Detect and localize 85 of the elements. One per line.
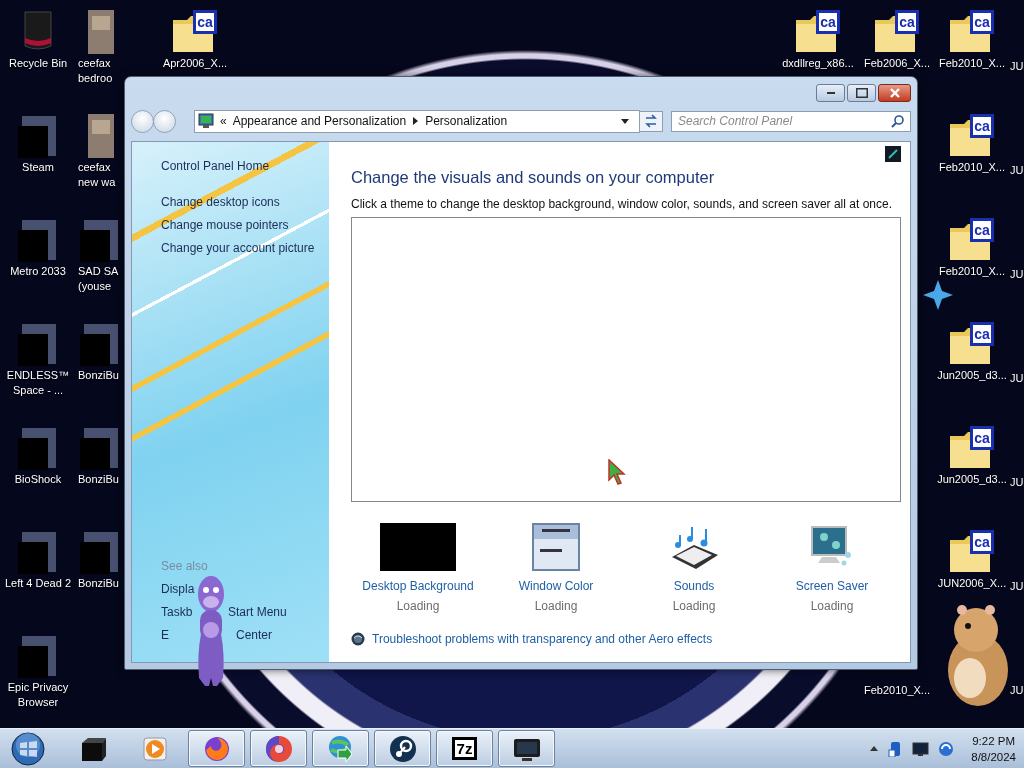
- icon-label: JU: [1010, 163, 1024, 178]
- icon-label: Feb2010_X...: [863, 683, 931, 698]
- icon-label: Steam: [22, 160, 54, 175]
- icon-label: Recycle Bin: [8, 56, 68, 71]
- page-heading: Change the visuals and sounds on your computer: [351, 168, 716, 187]
- sparkle-icon: [923, 280, 953, 310]
- icon-label: BonziBu: [78, 368, 119, 383]
- icon-label: Jun2005_d3...: [937, 368, 1007, 383]
- clock[interactable]: 9:22 PM 8/8/2024: [971, 732, 1016, 765]
- maximize-icon: [855, 88, 868, 98]
- setting-link[interactable]: Sounds: [673, 579, 715, 593]
- address-bar[interactable]: « Appearance and Personalization Personalization: [194, 109, 640, 133]
- icon-label: ENDLESS™ Space - ...: [5, 368, 71, 398]
- icon-label: JU: [1010, 267, 1024, 282]
- control-panel-icon: [198, 113, 214, 129]
- icon-label: Jun2005_d3...: [937, 472, 1007, 487]
- sidebar-link[interactable]: Start Menu: [228, 603, 287, 621]
- setting-link[interactable]: Desktop Background: [362, 579, 474, 593]
- window-icon: [532, 523, 580, 571]
- sidebar-link[interactable]: E: [161, 626, 169, 644]
- status-text: Loading: [396, 599, 440, 613]
- sidebar-link[interactable]: Center: [236, 626, 273, 644]
- network-icon[interactable]: [938, 740, 955, 757]
- icon-label: Left 4 Dead 2: [4, 576, 72, 591]
- troubleshoot-link[interactable]: Troubleshoot problems with transparency and other Aero effects: [372, 632, 713, 646]
- icon-label: JU: [1010, 579, 1024, 594]
- icon-label: BioShock: [14, 472, 62, 487]
- sidebar-link[interactable]: Displa: [161, 580, 195, 598]
- refresh-button[interactable]: [639, 110, 663, 132]
- section-heading: See also: [161, 558, 209, 575]
- clock-time: 9:22 PM: [972, 733, 1016, 749]
- close-button[interactable]: [878, 84, 911, 102]
- icon-label: Feb2010_X...: [938, 160, 1006, 175]
- clock-date: 8/8/2024: [971, 749, 1016, 765]
- icon-label: Epic Privacy Browser: [6, 680, 70, 710]
- play-icon: [141, 735, 168, 762]
- icon-label: JU: [1010, 59, 1024, 74]
- icon-label: Metro 2033: [10, 264, 66, 279]
- status-text: Loading: [534, 599, 578, 613]
- archive-label: 7z: [451, 737, 478, 760]
- taskbar-button[interactable]: [498, 730, 555, 767]
- close-icon: [889, 88, 900, 98]
- monitor-icon[interactable]: [912, 740, 930, 757]
- icon-label: BonziBu: [78, 472, 119, 487]
- sidebar-link[interactable]: Change your account picture: [161, 239, 329, 257]
- maximize-button[interactable]: [847, 84, 876, 102]
- icon-label: ceefax new wa: [78, 160, 117, 190]
- breadcrumb-arrow-icon: [412, 116, 420, 126]
- sidebar-link[interactable]: Change mouse pointers: [161, 216, 329, 234]
- show-hidden-icon[interactable]: [870, 746, 879, 751]
- icon-label: JU: [1010, 475, 1024, 490]
- taskbar-button[interactable]: [374, 730, 431, 767]
- icon-label: BonziBu: [78, 576, 119, 591]
- swirl-icon: [263, 733, 294, 764]
- setting-link[interactable]: Screen Saver: [795, 579, 869, 593]
- icon-label: Feb2010_X...: [938, 56, 1006, 71]
- status-text: Loading: [672, 599, 716, 613]
- description-text: Click a theme to change the desktop background, window color, sounds, and screen saver all at once.: [351, 197, 893, 211]
- icon-label: JU: [1010, 683, 1024, 698]
- help-globe-icon: [351, 632, 365, 646]
- dropdown-caret-icon[interactable]: [621, 118, 629, 124]
- setting-link[interactable]: Window Color: [518, 579, 594, 593]
- minimize-icon: [826, 92, 835, 94]
- minimize-button[interactable]: [816, 84, 845, 102]
- status-text: Loading: [810, 599, 854, 613]
- icon-label: Feb2006_X...: [863, 56, 931, 71]
- breadcrumb[interactable]: Appearance and Personalization: [232, 114, 407, 128]
- breadcrumb[interactable]: Personalization: [425, 114, 508, 128]
- icon-label: Feb2010_X...: [938, 264, 1006, 279]
- overflow-chevron[interactable]: «: [220, 114, 227, 128]
- icon-label: JUN2006_X...: [937, 576, 1007, 591]
- cursor-icon: [608, 459, 628, 487]
- piston-circle-icon: [388, 734, 417, 763]
- fox-globe-icon: [202, 734, 231, 763]
- refresh-icon: [643, 113, 659, 129]
- icon-label: Apr2006_X...: [162, 56, 228, 71]
- icon-label: dxdllreg_x86...: [782, 56, 854, 71]
- taskbar-button[interactable]: [250, 730, 307, 767]
- search-field[interactable]: Search Control Panel: [671, 110, 911, 132]
- help-icon[interactable]: [885, 146, 901, 162]
- icon-label: JU: [1010, 371, 1024, 386]
- icon-label: SAD SA (youse: [78, 264, 119, 294]
- icon-label: ceefax bedroo: [78, 56, 114, 86]
- taskbar-button[interactable]: 7z: [436, 730, 493, 767]
- sidebar-link[interactable]: Taskb: [161, 603, 193, 621]
